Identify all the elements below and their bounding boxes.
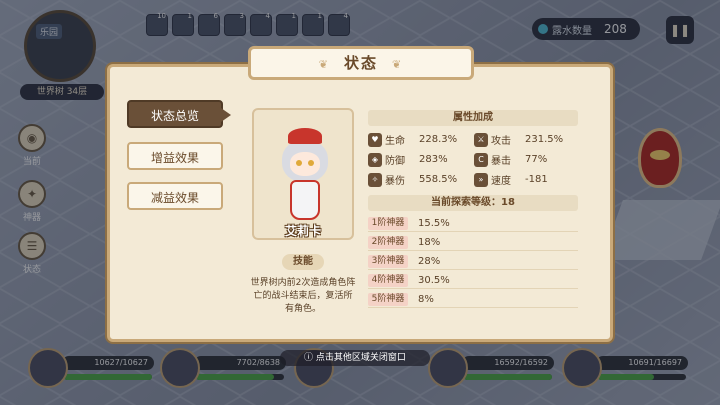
- character-portrait: [252, 108, 354, 240]
- crit-damage-icon: ✧: [368, 172, 382, 187]
- explore-level-value: 18: [501, 197, 515, 208]
- artifact-tier-row: 4阶神器 30.5%: [368, 272, 578, 289]
- info-icon: ⓘ: [304, 353, 316, 363]
- attr-attack: ⚔ 攻击 231.5%: [474, 131, 578, 148]
- explore-level-header: 当前探索等级：18: [368, 195, 578, 211]
- attr-crit-damage: ✧ 暴伤 558.5%: [368, 171, 472, 188]
- boot-icon: »: [474, 172, 488, 187]
- artifact-tier-row: 3阶神器 28%: [368, 253, 578, 270]
- attr-speed: » 速度 -181: [474, 171, 578, 188]
- heart-icon: ♥: [368, 132, 382, 147]
- tab-status-overview[interactable]: 状态总览: [127, 100, 231, 128]
- character-name: 艾莉卡: [284, 224, 321, 238]
- attr-crit: C 暴击 77%: [474, 151, 578, 168]
- tab-debuff-effects[interactable]: 减益效果: [127, 182, 223, 210]
- close-hint: ⓘ 点击其他区域关闭窗口: [280, 350, 430, 366]
- sword-icon: ⚔: [474, 132, 488, 147]
- tab-buff-effects[interactable]: 增益效果: [127, 142, 223, 170]
- artifact-tier-row: 2阶神器 18%: [368, 234, 578, 251]
- attr-defense: ◈ 防御 283%: [368, 151, 472, 168]
- modal-title: ❦ 状态 ❦: [248, 46, 474, 80]
- artifact-tier-row: 1阶神器 15.5%: [368, 215, 578, 232]
- attribute-header: 属性加成: [368, 110, 578, 126]
- attr-hp: ♥ 生命 228.3%: [368, 131, 472, 148]
- ornament-icon: ❦: [318, 58, 330, 71]
- shield-icon: ◈: [368, 152, 382, 167]
- crit-icon: C: [474, 152, 488, 167]
- skill-label: 技能: [282, 254, 324, 270]
- skill-description: 世界树内前2次造成角色阵亡的战斗结束后，复活所有角色。: [250, 278, 356, 314]
- ornament-icon: ❦: [392, 58, 404, 71]
- artifact-tier-row: 5阶神器 8%: [368, 291, 578, 308]
